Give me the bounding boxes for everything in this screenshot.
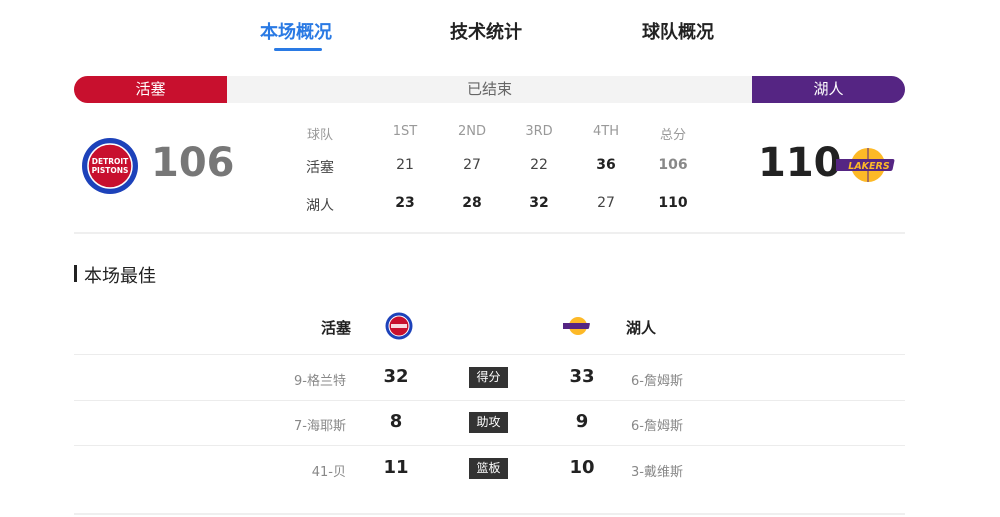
stat-badge-rebounds: 篮板	[469, 458, 508, 479]
best-away-player-assists[interactable]: 6-詹姆斯	[631, 415, 683, 434]
best-home-player-points[interactable]: 9-格兰特	[226, 370, 346, 389]
best-away-value-assists: 9	[575, 411, 589, 432]
best-home-player-assists[interactable]: 7-海耶斯	[226, 415, 346, 434]
home-total-score: 106	[151, 140, 235, 186]
quarter-header-team: 球队	[306, 128, 333, 143]
best-home-value-rebounds: 11	[383, 457, 409, 478]
best-away-team-name: 湖人	[626, 319, 657, 337]
tab-stats[interactable]: 技术统计	[450, 18, 522, 44]
away-total-score: 110	[758, 140, 842, 186]
status-home-team: 活塞	[74, 76, 227, 103]
pistons-logo-text-bottom: PISTONS	[92, 166, 129, 175]
home-total: 106	[658, 157, 688, 173]
away-q2: 28	[462, 195, 482, 211]
lakers-logo-text: LAKERS	[848, 161, 890, 172]
best-home-value-points: 32	[383, 366, 409, 387]
status-away-team: 湖人	[752, 76, 905, 103]
stat-badge-points: 得分	[469, 367, 508, 388]
quarter-header-1st: 1ST	[392, 124, 418, 139]
quarter-header-4th: 4TH	[593, 124, 619, 139]
home-q3: 22	[530, 157, 548, 173]
section-divider	[74, 232, 905, 234]
lakers-small-logo-icon	[561, 314, 593, 338]
home-row-team: 活塞	[306, 160, 334, 176]
quarter-header-total: 总分	[659, 128, 686, 143]
pistons-logo-text-top: DETROIT	[92, 157, 129, 166]
best-home-value-assists: 8	[389, 411, 403, 432]
status-game-state: 已结束	[466, 80, 512, 98]
best-away-player-points[interactable]: 6-詹姆斯	[631, 370, 683, 389]
pistons-logo-icon[interactable]: DETROIT PISTONS	[81, 137, 139, 195]
row-divider	[74, 354, 905, 355]
bottom-divider	[74, 513, 905, 515]
best-away-value-rebounds: 10	[569, 457, 595, 478]
best-away-value-points: 33	[569, 366, 595, 387]
active-tab-indicator	[274, 48, 322, 51]
away-total: 110	[658, 195, 688, 211]
away-row-team: 湖人	[306, 198, 334, 214]
away-q1: 23	[395, 195, 415, 211]
pistons-small-logo-icon	[385, 312, 413, 340]
best-home-team-name: 活塞	[321, 319, 352, 337]
row-divider	[74, 400, 905, 401]
best-away-player-rebounds[interactable]: 3-戴维斯	[631, 461, 683, 480]
best-section-title: 本场最佳	[74, 262, 156, 288]
game-status-bar: 活塞 已结束 湖人	[74, 76, 905, 103]
quarter-header-3rd: 3RD	[525, 124, 553, 139]
row-divider	[74, 445, 905, 446]
lakers-logo-icon[interactable]: LAKERS	[832, 144, 900, 186]
tab-overview[interactable]: 本场概况	[260, 18, 332, 44]
best-home-player-rebounds[interactable]: 41-贝	[226, 461, 346, 480]
home-q4: 36	[596, 157, 616, 173]
home-q2: 27	[463, 157, 481, 173]
away-q3: 32	[529, 195, 549, 211]
home-q1: 21	[396, 157, 414, 173]
tab-team-overview[interactable]: 球队概况	[642, 18, 714, 44]
stat-badge-assists: 助攻	[469, 412, 508, 433]
quarter-header-2nd: 2ND	[457, 124, 486, 139]
away-q4: 27	[597, 195, 615, 211]
